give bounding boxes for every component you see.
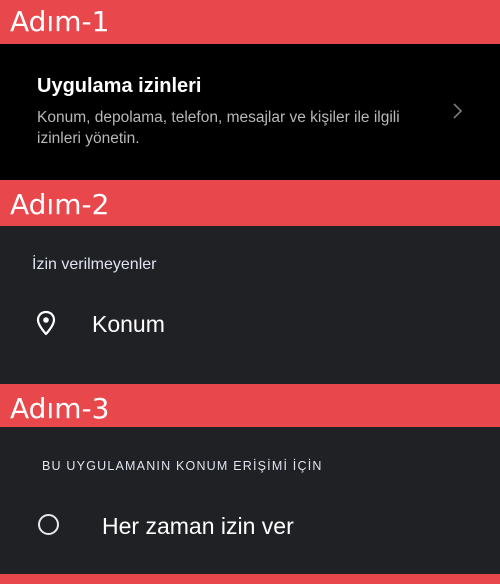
location-access-panel: BU UYGULAMANIN KONUM ERİŞİMİ İÇİN Her za…: [0, 427, 500, 574]
location-pin-icon: [36, 310, 56, 336]
option-label: Her zaman izin ver: [102, 513, 294, 539]
chevron-right-icon: [453, 103, 463, 119]
permissions-panel: İzin verilmeyenler Konum: [0, 226, 500, 384]
section-header-location-access: BU UYGULAMANIN KONUM ERİŞİMİ İÇİN: [42, 459, 323, 473]
step-1-banner: Adım-1: [0, 0, 500, 44]
section-header-not-allowed: İzin verilmeyenler: [32, 256, 157, 273]
permission-item-location[interactable]: Konum: [0, 298, 500, 352]
app-permissions-row[interactable]: Uygulama izinleri Konum, depolama, telef…: [0, 44, 500, 180]
app-permissions-description: Konum, depolama, telefon, mesajlar ve ki…: [37, 109, 400, 147]
step-3-banner: Adım-3: [0, 384, 500, 427]
app-permissions-title: Uygulama izinleri: [37, 75, 202, 97]
option-allow-all-the-time[interactable]: Her zaman izin ver: [0, 505, 500, 551]
radio-button[interactable]: [38, 514, 59, 535]
permission-item-label: Konum: [92, 311, 165, 337]
step-2-label: Adım-2: [10, 188, 110, 221]
step-1-label: Adım-1: [10, 5, 110, 38]
step-2-banner: Adım-2: [0, 180, 500, 226]
step-3-label: Adım-3: [10, 392, 110, 425]
